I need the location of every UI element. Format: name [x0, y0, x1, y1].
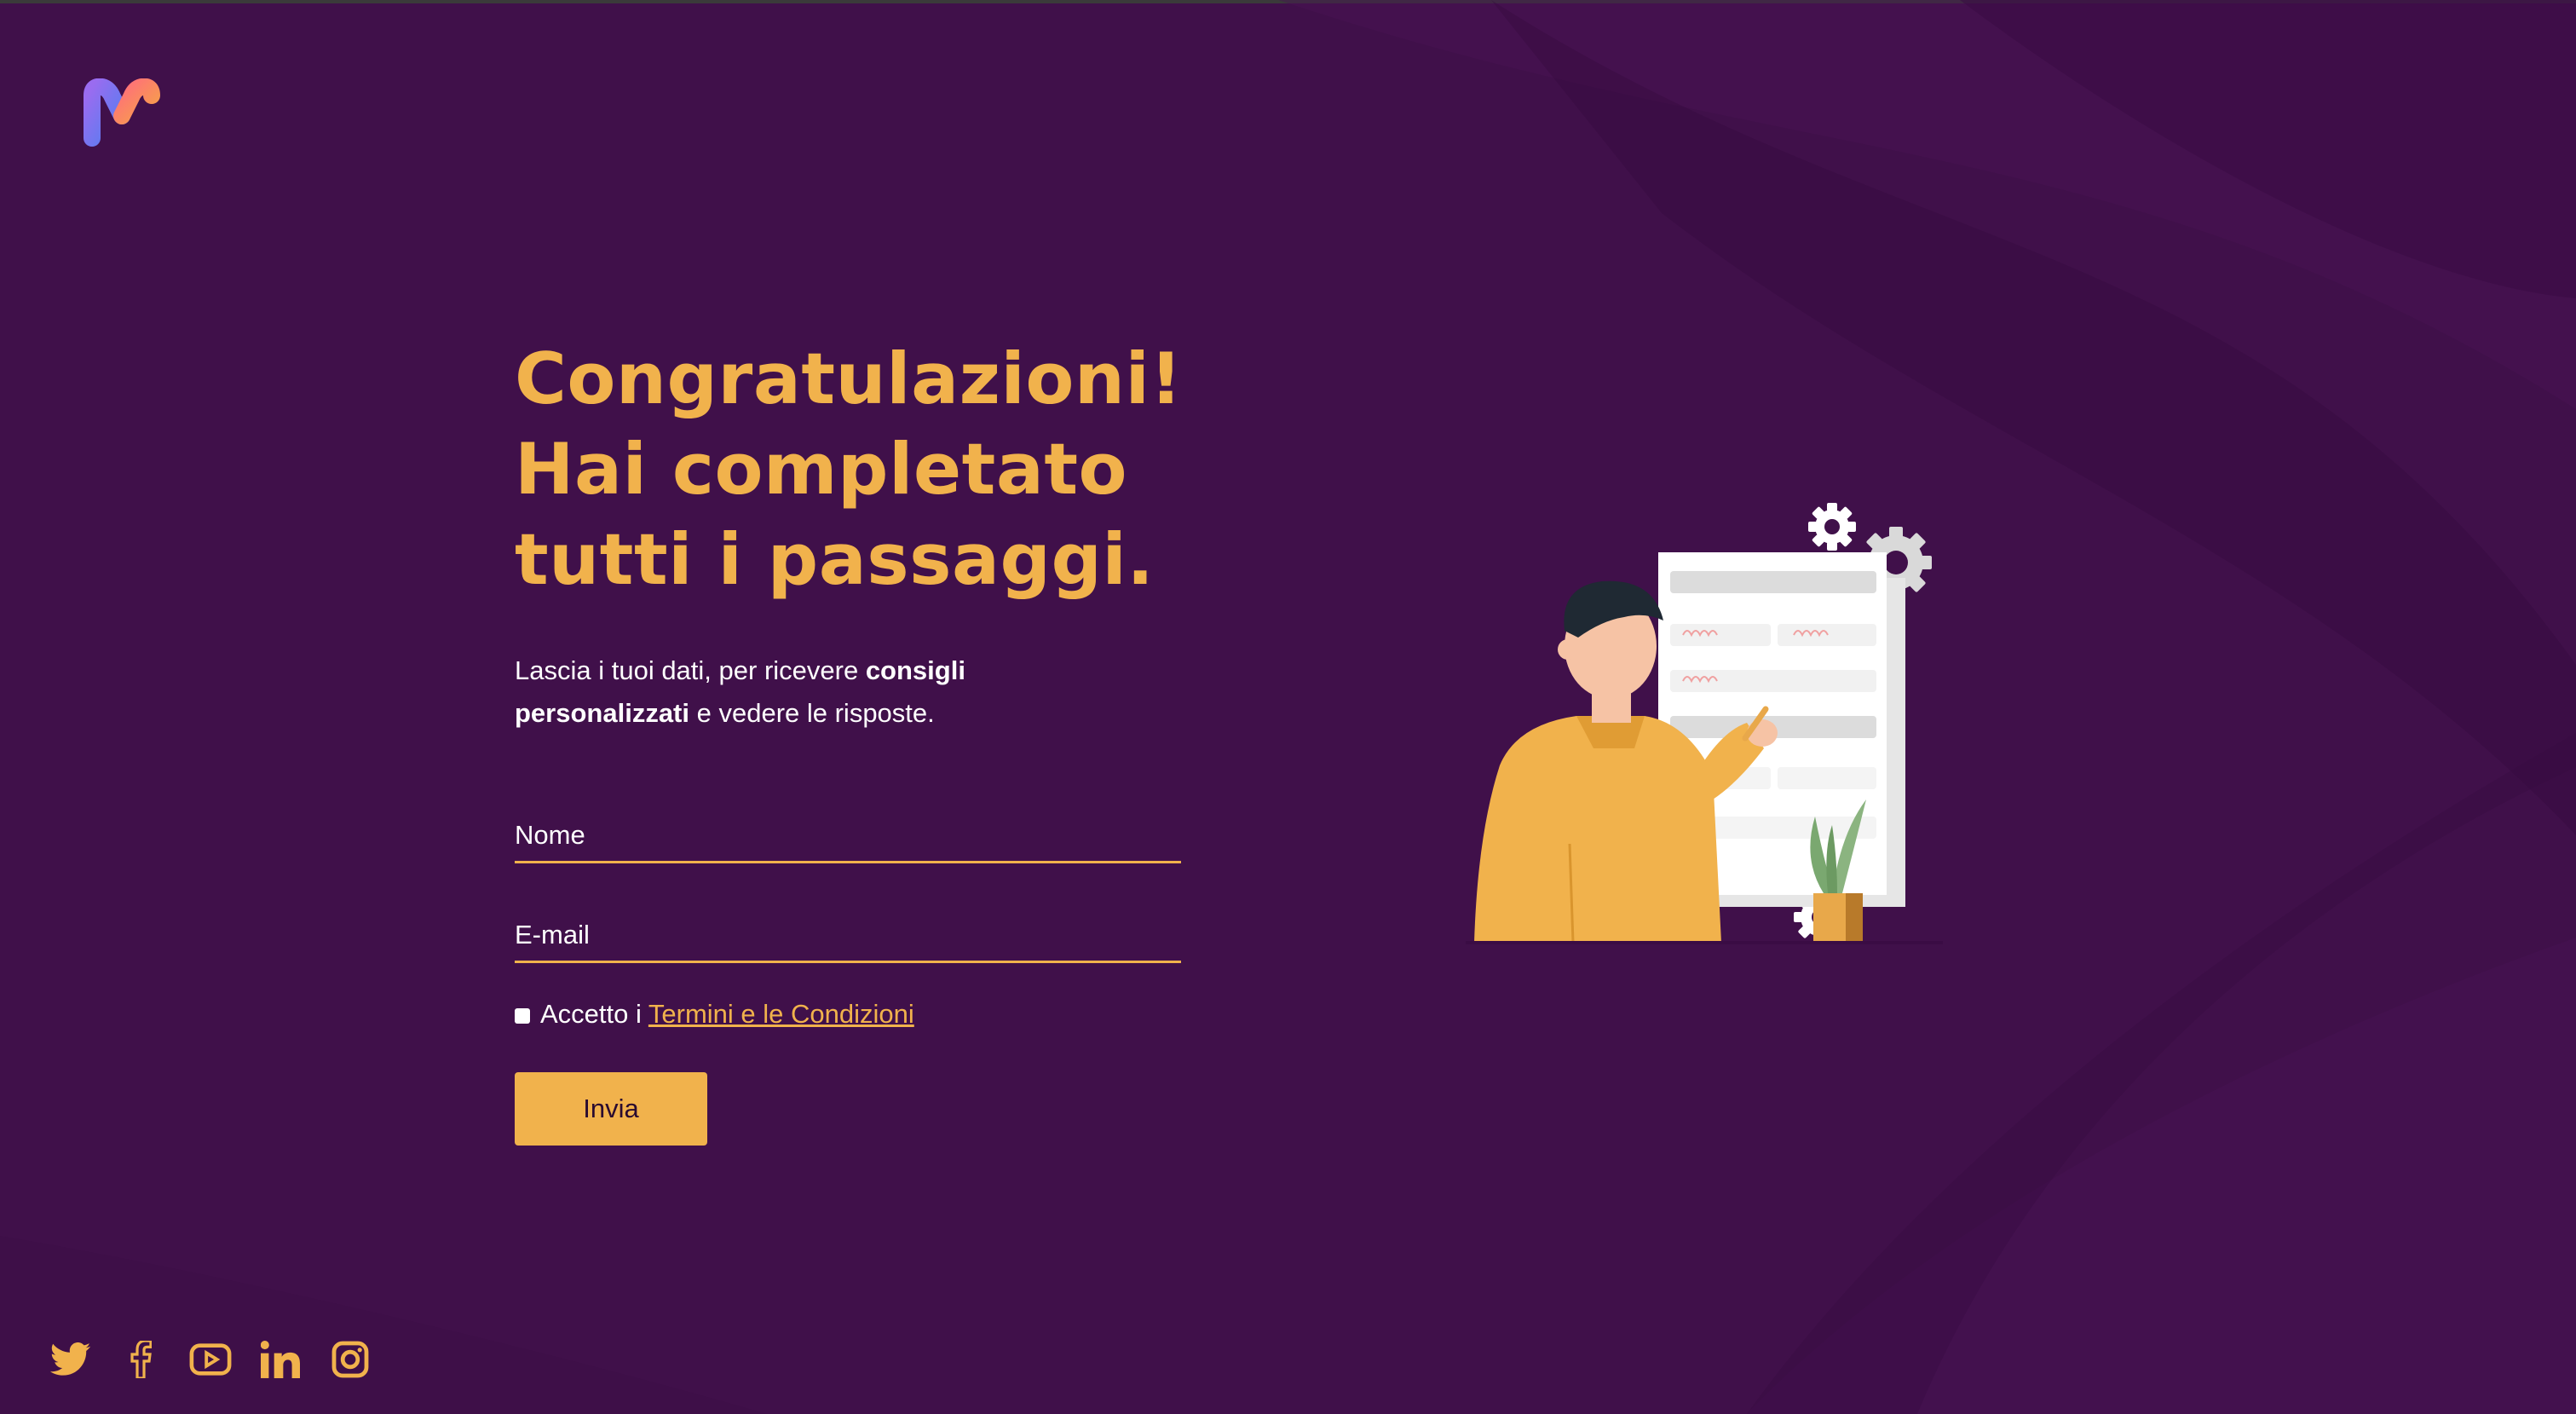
facebook-icon[interactable]: [119, 1338, 162, 1381]
headline-line-2: Hai completato: [515, 428, 1128, 511]
youtube-icon[interactable]: [189, 1338, 232, 1381]
headline-line-3: tutti i passaggi.: [515, 518, 1155, 601]
description-part-2: e vedere le risposte.: [689, 698, 935, 728]
linkedin-icon[interactable]: [259, 1338, 302, 1381]
social-links: [49, 1338, 372, 1381]
background-waves: [0, 0, 2576, 1414]
terms-link[interactable]: Termini e le Condizioni: [648, 999, 914, 1030]
m-logo-icon[interactable]: [82, 78, 162, 148]
instagram-icon[interactable]: [329, 1338, 372, 1381]
name-field: [515, 796, 1181, 863]
terms-prefix: Accetto i: [540, 999, 642, 1029]
page-title: Congratulazioni! Hai completato tutti i …: [515, 334, 1188, 605]
gear-icon: [1808, 503, 1856, 551]
twitter-icon[interactable]: [49, 1338, 92, 1381]
description-part-1: Lascia i tuoi dati, per ricevere: [515, 655, 866, 685]
terms-row: Accetto i Termini e le Condizioni: [515, 999, 1188, 1030]
description-text: Lascia i tuoi dati, per ricevere consigl…: [515, 649, 1060, 735]
name-input[interactable]: [515, 820, 1181, 851]
headline-line-1: Congratulazioni!: [515, 338, 1183, 420]
submit-button[interactable]: Invia: [515, 1072, 707, 1146]
description-bold-1: consigli: [865, 655, 965, 685]
main-content: Congratulazioni! Hai completato tutti i …: [515, 334, 1188, 1146]
email-input[interactable]: [515, 920, 1181, 950]
description-bold-2: personalizzati: [515, 698, 689, 728]
terms-checkbox[interactable]: [515, 1008, 530, 1024]
email-field: [515, 896, 1181, 963]
man-filling-form-illustration: [1466, 503, 1943, 944]
